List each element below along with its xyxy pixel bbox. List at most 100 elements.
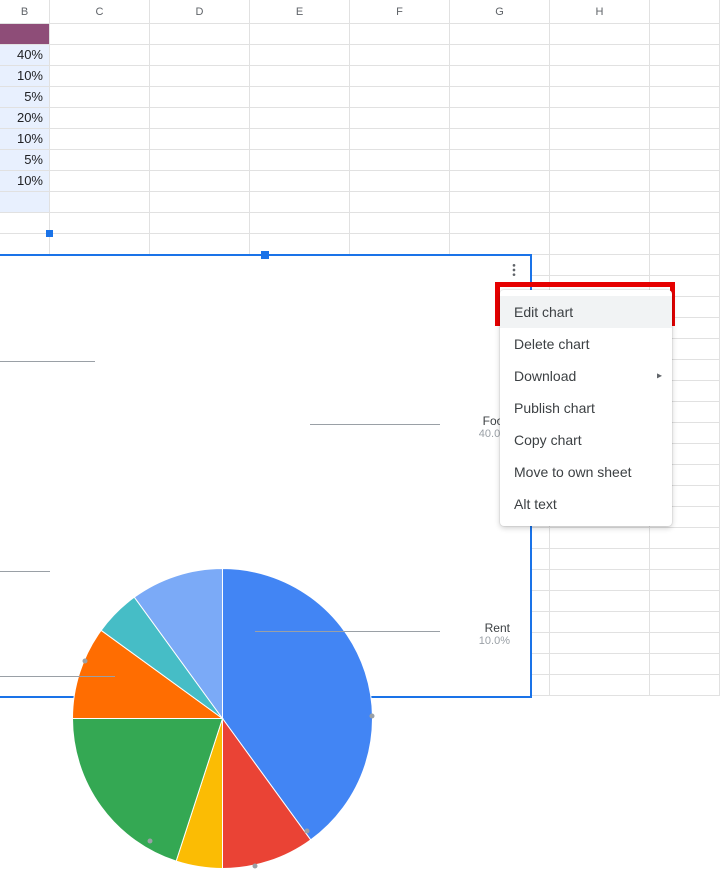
cell[interactable]	[450, 213, 550, 234]
col-header-e[interactable]: E	[250, 0, 350, 23]
cell[interactable]	[250, 213, 350, 234]
cell[interactable]	[650, 591, 720, 612]
cell[interactable]	[350, 171, 450, 192]
cell[interactable]	[450, 45, 550, 66]
cell[interactable]	[0, 234, 50, 255]
cell[interactable]	[550, 591, 650, 612]
cell[interactable]	[550, 45, 650, 66]
cell[interactable]	[50, 192, 150, 213]
col-header-c[interactable]: C	[50, 0, 150, 23]
cell[interactable]	[150, 150, 250, 171]
cell[interactable]	[550, 150, 650, 171]
cell[interactable]	[250, 192, 350, 213]
cell[interactable]	[350, 234, 450, 255]
col-header-f[interactable]: F	[350, 0, 450, 23]
cell[interactable]	[550, 24, 650, 45]
cell[interactable]	[0, 213, 50, 234]
row[interactable]	[0, 192, 720, 213]
cell[interactable]	[550, 234, 650, 255]
cell[interactable]	[650, 66, 720, 87]
cell-b[interactable]: 20%	[0, 108, 50, 129]
cell[interactable]	[550, 213, 650, 234]
cell-b[interactable]: 10%	[0, 129, 50, 150]
cell[interactable]	[550, 633, 650, 654]
cell[interactable]	[650, 213, 720, 234]
col-header-last[interactable]	[650, 0, 720, 23]
cell[interactable]	[250, 45, 350, 66]
cell[interactable]	[650, 45, 720, 66]
cell[interactable]	[650, 570, 720, 591]
cell[interactable]	[650, 129, 720, 150]
row[interactable]: 5%	[0, 87, 720, 108]
row[interactable]	[0, 24, 720, 45]
cell[interactable]	[450, 150, 550, 171]
cell[interactable]	[650, 108, 720, 129]
cell[interactable]	[150, 108, 250, 129]
col-header-b[interactable]: B	[0, 0, 50, 23]
cell[interactable]	[150, 234, 250, 255]
row[interactable]: 10%	[0, 129, 720, 150]
cell[interactable]	[550, 255, 650, 276]
embedded-chart[interactable]: Food 40.0% Rent 10.0%	[0, 256, 530, 696]
cell[interactable]	[350, 24, 450, 45]
cell[interactable]	[50, 87, 150, 108]
cell[interactable]	[350, 108, 450, 129]
cell[interactable]	[650, 171, 720, 192]
menu-copy-chart[interactable]: Copy chart	[500, 424, 672, 456]
row[interactable]: 10%	[0, 171, 720, 192]
cell[interactable]	[250, 150, 350, 171]
cell[interactable]	[250, 87, 350, 108]
cell[interactable]	[650, 633, 720, 654]
cell[interactable]	[550, 549, 650, 570]
cell[interactable]	[150, 87, 250, 108]
cell[interactable]	[350, 129, 450, 150]
cell[interactable]	[650, 150, 720, 171]
menu-edit-chart[interactable]: Edit chart	[500, 296, 672, 328]
cell-b[interactable]: 10%	[0, 66, 50, 87]
resize-handle-top[interactable]	[261, 251, 269, 259]
row[interactable]	[0, 234, 720, 255]
cell[interactable]	[150, 66, 250, 87]
menu-delete-chart[interactable]: Delete chart	[500, 328, 672, 360]
cell[interactable]	[550, 570, 650, 591]
cell-b[interactable]	[0, 192, 50, 213]
cell[interactable]	[50, 66, 150, 87]
cell-b[interactable]: 40%	[0, 45, 50, 66]
cell[interactable]	[650, 549, 720, 570]
cell[interactable]	[550, 171, 650, 192]
cell[interactable]	[650, 192, 720, 213]
cell[interactable]	[50, 24, 150, 45]
row[interactable]: 20%	[0, 108, 720, 129]
cell[interactable]	[150, 24, 250, 45]
row[interactable]: 40%	[0, 45, 720, 66]
cell-b[interactable]: 5%	[0, 87, 50, 108]
cell[interactable]	[350, 87, 450, 108]
cell[interactable]	[50, 129, 150, 150]
cell[interactable]	[450, 234, 550, 255]
cell[interactable]	[550, 129, 650, 150]
cell[interactable]	[50, 108, 150, 129]
chart-more-button[interactable]	[504, 262, 524, 282]
cell[interactable]	[550, 612, 650, 633]
cell[interactable]	[550, 675, 650, 696]
menu-download[interactable]: Download ▸	[500, 360, 672, 392]
cell[interactable]	[550, 192, 650, 213]
cell[interactable]	[650, 87, 720, 108]
menu-move-to-own-sheet[interactable]: Move to own sheet	[500, 456, 672, 488]
cell[interactable]	[350, 45, 450, 66]
col-header-d[interactable]: D	[150, 0, 250, 23]
cell[interactable]	[550, 654, 650, 675]
cell[interactable]	[350, 150, 450, 171]
cell[interactable]	[550, 66, 650, 87]
cell[interactable]	[450, 108, 550, 129]
cell-b[interactable]: 5%	[0, 150, 50, 171]
cell[interactable]	[250, 66, 350, 87]
cell[interactable]	[50, 213, 150, 234]
cell[interactable]	[150, 129, 250, 150]
cell-b[interactable]: 10%	[0, 171, 50, 192]
cell[interactable]	[150, 171, 250, 192]
col-header-h[interactable]: H	[550, 0, 650, 23]
cell[interactable]	[450, 129, 550, 150]
cell[interactable]	[350, 192, 450, 213]
cell[interactable]	[50, 234, 150, 255]
